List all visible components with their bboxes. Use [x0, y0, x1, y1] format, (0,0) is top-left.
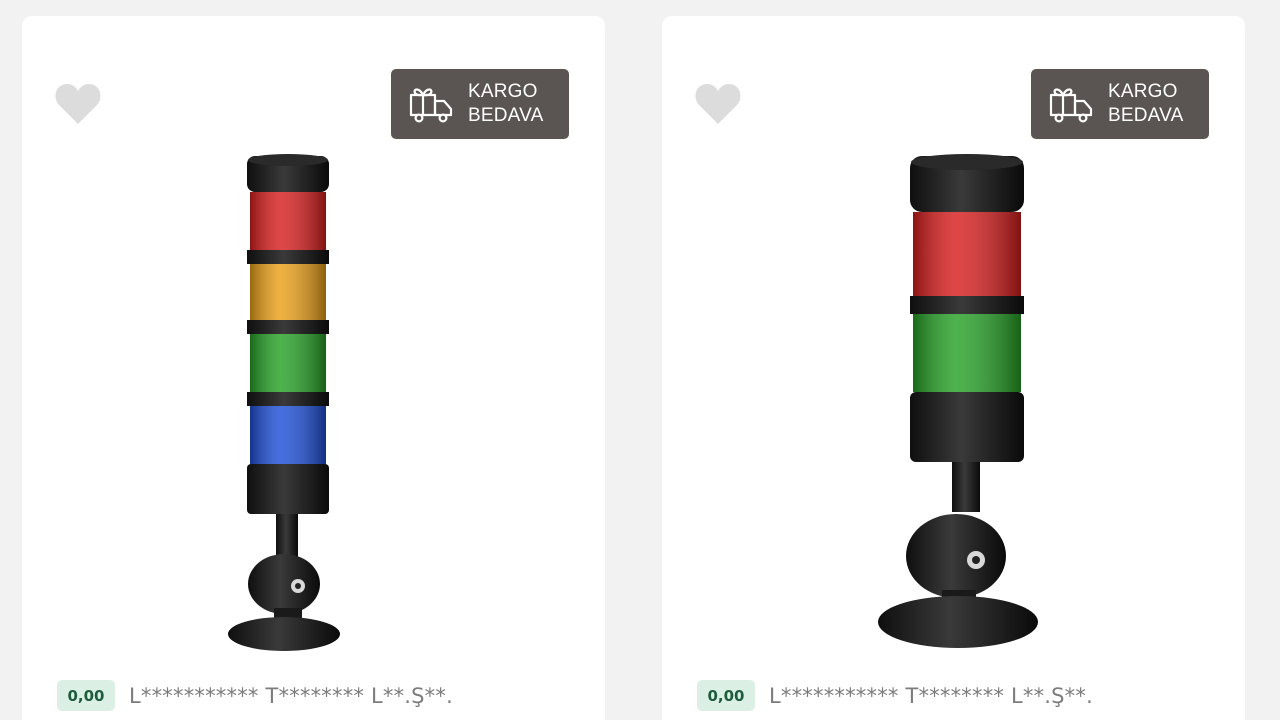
free-shipping-badge: KARGO BEDAVA: [391, 69, 569, 139]
product-name-link[interactable]: L*********** T******** L**.Ş**.: [769, 684, 1093, 708]
delivery-truck-gift-icon: [1049, 88, 1093, 123]
delivery-truck-gift-icon: [409, 88, 453, 123]
favorite-heart-icon[interactable]: [54, 82, 102, 126]
product-card[interactable]: KARGO BEDAVA 0,00 L*********** T********…: [662, 16, 1245, 720]
free-shipping-badge: KARGO BEDAVA: [1031, 69, 1209, 139]
badge-line2: BEDAVA: [1108, 105, 1184, 126]
badge-line2: BEDAVA: [468, 105, 544, 126]
product-card[interactable]: KARGO BEDAVA 0,00 L*********** T********…: [22, 16, 605, 720]
badge-line1: KARGO: [468, 81, 538, 102]
product-image[interactable]: [22, 146, 605, 666]
rating-badge: 0,00: [697, 680, 755, 711]
favorite-heart-icon[interactable]: [694, 82, 742, 126]
badge-line1: KARGO: [1108, 81, 1178, 102]
product-image[interactable]: [662, 146, 1245, 666]
product-name-link[interactable]: L*********** T******** L**.Ş**.: [129, 684, 453, 708]
rating-badge: 0,00: [57, 680, 115, 711]
